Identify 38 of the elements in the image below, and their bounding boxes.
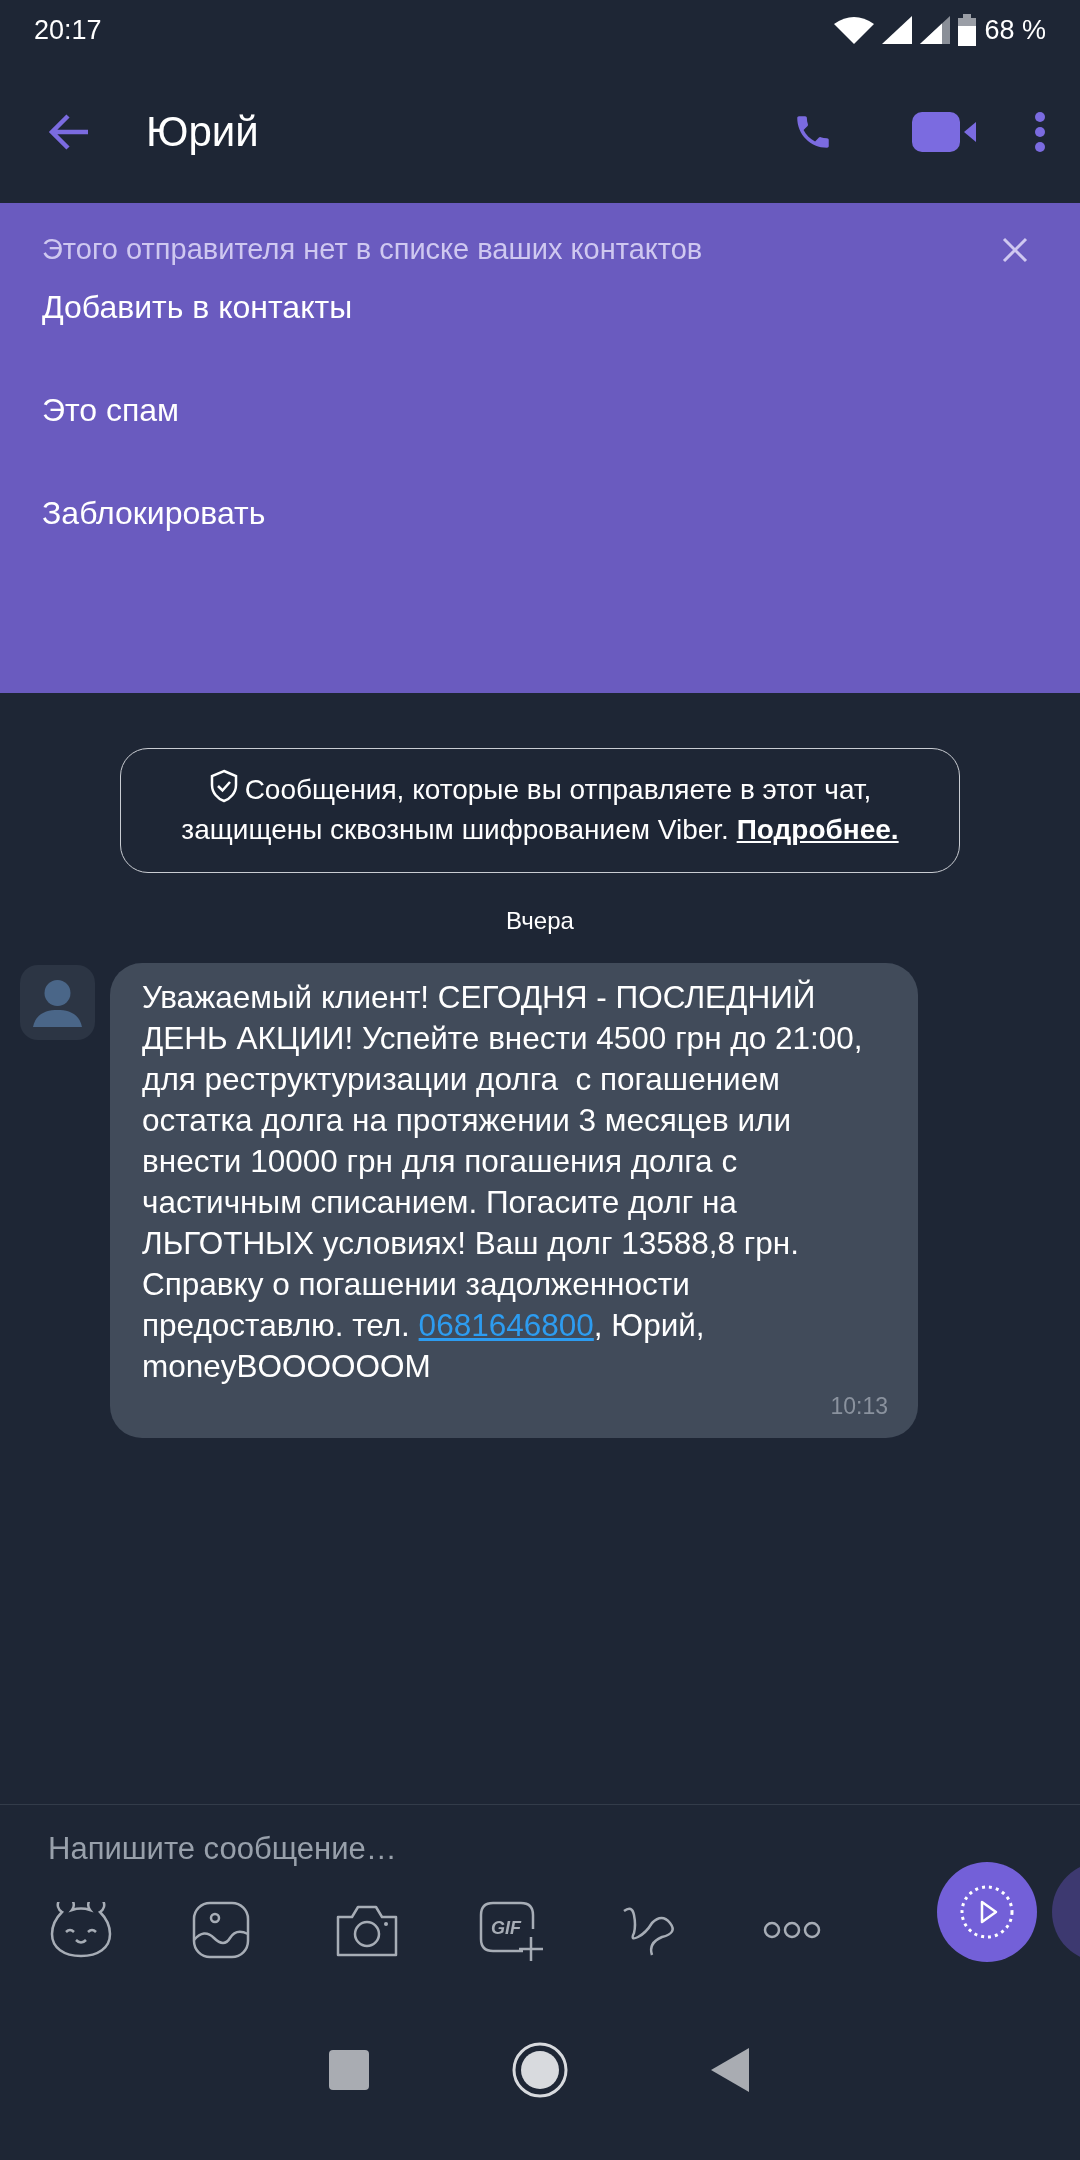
learn-more-link[interactable]: Подробнее. xyxy=(736,814,899,845)
more-vertical-icon xyxy=(1034,110,1046,153)
back-arrow-icon xyxy=(48,113,90,150)
video-camera-icon xyxy=(912,111,976,152)
phone-link[interactable]: 0681646800 xyxy=(418,1307,594,1343)
back-button[interactable] xyxy=(48,113,90,150)
home-circle-icon xyxy=(511,2041,569,2099)
close-icon xyxy=(1002,236,1028,263)
message-time: 10:13 xyxy=(830,1393,888,1420)
battery-icon xyxy=(958,14,977,46)
bear-face-icon xyxy=(48,1902,114,1958)
status-time: 20:17 xyxy=(34,14,102,46)
back-nav-button[interactable] xyxy=(711,2048,751,2092)
banner-action[interactable]: Добавить в контакты xyxy=(42,288,353,326)
home-button[interactable] xyxy=(511,2041,569,2099)
unknown-sender-notice: Этого отправителя нет в списке ваших контактов xyxy=(42,233,703,266)
close-button[interactable] xyxy=(1002,236,1028,263)
more-horizontal-icon xyxy=(763,1920,821,1940)
wifi-icon xyxy=(834,16,875,44)
encryption-notice: Сообщения, которые вы отправляете в этот чат, защищены сквозным шифрованием Viber. Подробнее. xyxy=(120,748,960,873)
signal-icon xyxy=(920,16,951,44)
message-text: Уважаемый клиент! СЕГОДНЯ - ПОСЛЕДНИЙ ДЕНЬ АКЦИИ! Успейте внести 4500 грн до 21:00, для реструктуризации долга с погашением остатка долга на протяжении 3 месяцев или внести 10000 грн для погашения долга с частичным списанием. Погасите долг на ЛЬГОТНЫХ условиях! Ваш долг 13588,8 грн. Справку о погашении задолженности предоставлю. тел. 0681646800, Юрий, moneyBOOOOOOM xyxy=(142,978,864,1386)
gif-button[interactable]: GIF xyxy=(477,1897,620,1963)
banner-action[interactable]: Это спам xyxy=(42,391,180,429)
shield-check-icon xyxy=(208,769,239,803)
more-options-button[interactable] xyxy=(1034,110,1046,153)
signal-icon xyxy=(882,16,913,44)
contact-name: Юрий xyxy=(146,107,260,156)
avatar[interactable] xyxy=(20,965,95,1040)
date-separator: Вчера xyxy=(506,907,574,935)
battery-percent: 68 % xyxy=(984,14,1046,46)
video-call-button[interactable] xyxy=(912,111,976,152)
play-circle-icon xyxy=(959,1884,1015,1940)
banner-action[interactable]: Заблокировать xyxy=(42,494,266,532)
triangle-icon xyxy=(711,2048,751,2092)
square-icon xyxy=(329,2050,369,2090)
message-input[interactable]: Напишите сообщение… xyxy=(48,1825,848,1873)
image-icon xyxy=(191,1900,251,1960)
